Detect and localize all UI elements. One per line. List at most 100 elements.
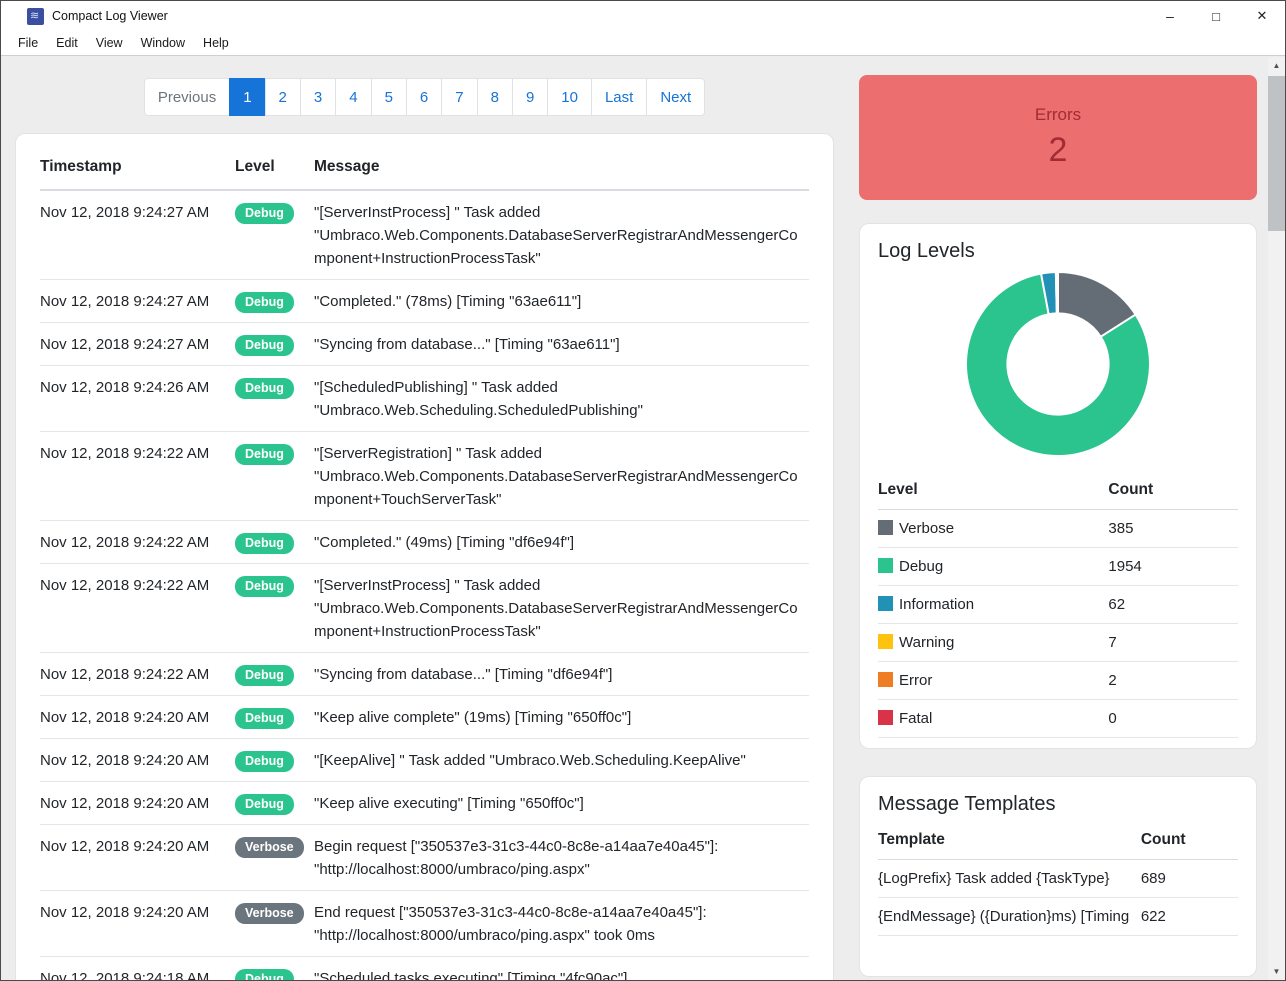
page-link-next[interactable]: Next xyxy=(646,78,705,116)
legend-count: 2 xyxy=(1108,662,1238,700)
legend-row: Warning7 xyxy=(878,624,1238,662)
legend-count: 0 xyxy=(1108,700,1238,738)
message-templates-title: Message Templates xyxy=(860,777,1256,816)
menu-bar: FileEditViewWindowHelp xyxy=(1,31,1285,56)
log-level-cell: Debug xyxy=(235,696,314,739)
page-button-2: 2 xyxy=(266,78,301,116)
log-level-cell: Debug xyxy=(235,190,314,280)
menu-item-view[interactable]: View xyxy=(87,33,132,53)
log-levels-card: Log Levels Level Count Verbose385Debug19… xyxy=(859,223,1257,749)
menu-item-window[interactable]: Window xyxy=(132,33,194,53)
log-row[interactable]: Nov 12, 2018 9:24:22 AMDebug"[ServerInst… xyxy=(40,564,809,653)
log-level-cell: Debug xyxy=(235,739,314,782)
page-button-previous: Previous xyxy=(144,78,230,116)
legend-row: Debug1954 xyxy=(878,548,1238,586)
app-window: Compact Log Viewer – □ ✕ FileEditViewWin… xyxy=(0,0,1286,981)
page-link-8[interactable]: 8 xyxy=(477,78,513,116)
log-timestamp: Nov 12, 2018 9:24:20 AM xyxy=(40,825,235,891)
legend-swatch-warning xyxy=(878,634,893,649)
scrollbar-thumb[interactable] xyxy=(1268,76,1285,231)
log-timestamp: Nov 12, 2018 9:24:20 AM xyxy=(40,891,235,957)
legend-header-count: Count xyxy=(1108,470,1238,510)
level-badge: Debug xyxy=(235,665,294,686)
column-header-message: Message xyxy=(314,144,809,190)
page-link-3[interactable]: 3 xyxy=(300,78,336,116)
log-row[interactable]: Nov 12, 2018 9:24:22 AMDebug"[ServerRegi… xyxy=(40,432,809,521)
log-timestamp: Nov 12, 2018 9:24:20 AM xyxy=(40,782,235,825)
maximize-button[interactable]: □ xyxy=(1193,1,1239,31)
log-row[interactable]: Nov 12, 2018 9:24:27 AMDebug"Completed."… xyxy=(40,280,809,323)
template-text: {EndMessage} ({Duration}ms) [Timing xyxy=(878,898,1141,936)
log-row[interactable]: Nov 12, 2018 9:24:20 AMVerboseEnd reques… xyxy=(40,891,809,957)
menu-item-edit[interactable]: Edit xyxy=(47,33,87,53)
page-button-7: 7 xyxy=(442,78,477,116)
page-button-3: 3 xyxy=(301,78,336,116)
legend-row: Verbose385 xyxy=(878,510,1238,548)
legend-count: 62 xyxy=(1108,586,1238,624)
log-level-cell: Debug xyxy=(235,957,314,981)
level-badge: Debug xyxy=(235,292,294,313)
log-row[interactable]: Nov 12, 2018 9:24:22 AMDebug"Completed."… xyxy=(40,521,809,564)
errors-count: 2 xyxy=(1049,131,1068,170)
page-button-6: 6 xyxy=(407,78,442,116)
vertical-scrollbar[interactable]: ▲ ▼ xyxy=(1268,57,1285,980)
page-button-next: Next xyxy=(647,78,705,116)
legend-swatch-debug xyxy=(878,558,893,573)
log-timestamp: Nov 12, 2018 9:24:27 AM xyxy=(40,190,235,280)
log-message: "Scheduled tasks executing" [Timing "4fc… xyxy=(314,957,809,981)
page-link-4[interactable]: 4 xyxy=(335,78,371,116)
page-link-10[interactable]: 10 xyxy=(547,78,592,116)
level-badge: Debug xyxy=(235,576,294,597)
page-link-previous[interactable]: Previous xyxy=(144,78,230,116)
page-link-5[interactable]: 5 xyxy=(371,78,407,116)
log-levels-title: Log Levels xyxy=(860,224,1256,263)
level-badge: Debug xyxy=(235,794,294,815)
level-badge: Debug xyxy=(235,335,294,356)
log-row[interactable]: Nov 12, 2018 9:24:18 AMDebug"Scheduled t… xyxy=(40,957,809,981)
log-row[interactable]: Nov 12, 2018 9:24:22 AMDebug"Syncing fro… xyxy=(40,653,809,696)
legend-count: 7 xyxy=(1108,624,1238,662)
log-timestamp: Nov 12, 2018 9:24:20 AM xyxy=(40,739,235,782)
log-row[interactable]: Nov 12, 2018 9:24:20 AMDebug"[KeepAlive]… xyxy=(40,739,809,782)
column-header-level: Level xyxy=(235,144,314,190)
log-timestamp: Nov 12, 2018 9:24:26 AM xyxy=(40,366,235,432)
pagination: Previous12345678910LastNext xyxy=(15,78,834,116)
page-link-9[interactable]: 9 xyxy=(512,78,548,116)
menu-item-help[interactable]: Help xyxy=(194,33,238,53)
menu-item-file[interactable]: File xyxy=(9,33,47,53)
minimize-button[interactable]: – xyxy=(1147,1,1193,31)
log-message: "Completed." (49ms) [Timing "df6e94f"] xyxy=(314,521,809,564)
window-title: Compact Log Viewer xyxy=(52,9,168,23)
log-message: "Syncing from database..." [Timing "df6e… xyxy=(314,653,809,696)
page-link-1[interactable]: 1 xyxy=(229,78,265,116)
template-row[interactable]: {EndMessage} ({Duration}ms) [Timing622 xyxy=(878,898,1238,936)
page-link-6[interactable]: 6 xyxy=(406,78,442,116)
log-level-cell: Debug xyxy=(235,653,314,696)
scroll-up-icon[interactable]: ▲ xyxy=(1268,57,1285,74)
log-timestamp: Nov 12, 2018 9:24:22 AM xyxy=(40,564,235,653)
log-row[interactable]: Nov 12, 2018 9:24:20 AMVerboseBegin requ… xyxy=(40,825,809,891)
page-link-last[interactable]: Last xyxy=(591,78,647,116)
template-text: {LogPrefix} Task added {TaskType} xyxy=(878,860,1141,898)
log-row[interactable]: Nov 12, 2018 9:24:26 AMDebug"[ScheduledP… xyxy=(40,366,809,432)
log-message: "[KeepAlive] " Task added "Umbraco.Web.S… xyxy=(314,739,809,782)
scroll-down-icon[interactable]: ▼ xyxy=(1268,963,1285,980)
legend-level-cell: Debug xyxy=(878,548,1108,586)
log-row[interactable]: Nov 12, 2018 9:24:20 AMDebug"Keep alive … xyxy=(40,696,809,739)
log-levels-donut-chart[interactable] xyxy=(877,267,1239,462)
page-link-2[interactable]: 2 xyxy=(265,78,301,116)
legend-header-level: Level xyxy=(878,470,1108,510)
template-row[interactable]: {LogPrefix} Task added {TaskType}689 xyxy=(878,860,1238,898)
legend-swatch-error xyxy=(878,672,893,687)
message-templates-card: Message Templates Template Count {LogPre… xyxy=(859,776,1257,977)
page-link-7[interactable]: 7 xyxy=(441,78,477,116)
level-badge: Verbose xyxy=(235,903,304,924)
close-button[interactable]: ✕ xyxy=(1239,1,1285,31)
legend-level-cell: Information xyxy=(878,586,1108,624)
log-message: "Completed." (78ms) [Timing "63ae611"] xyxy=(314,280,809,323)
log-level-cell: Debug xyxy=(235,782,314,825)
legend-swatch-fatal xyxy=(878,710,893,725)
log-row[interactable]: Nov 12, 2018 9:24:27 AMDebug"[ServerInst… xyxy=(40,190,809,280)
log-row[interactable]: Nov 12, 2018 9:24:20 AMDebug"Keep alive … xyxy=(40,782,809,825)
log-row[interactable]: Nov 12, 2018 9:24:27 AMDebug"Syncing fro… xyxy=(40,323,809,366)
